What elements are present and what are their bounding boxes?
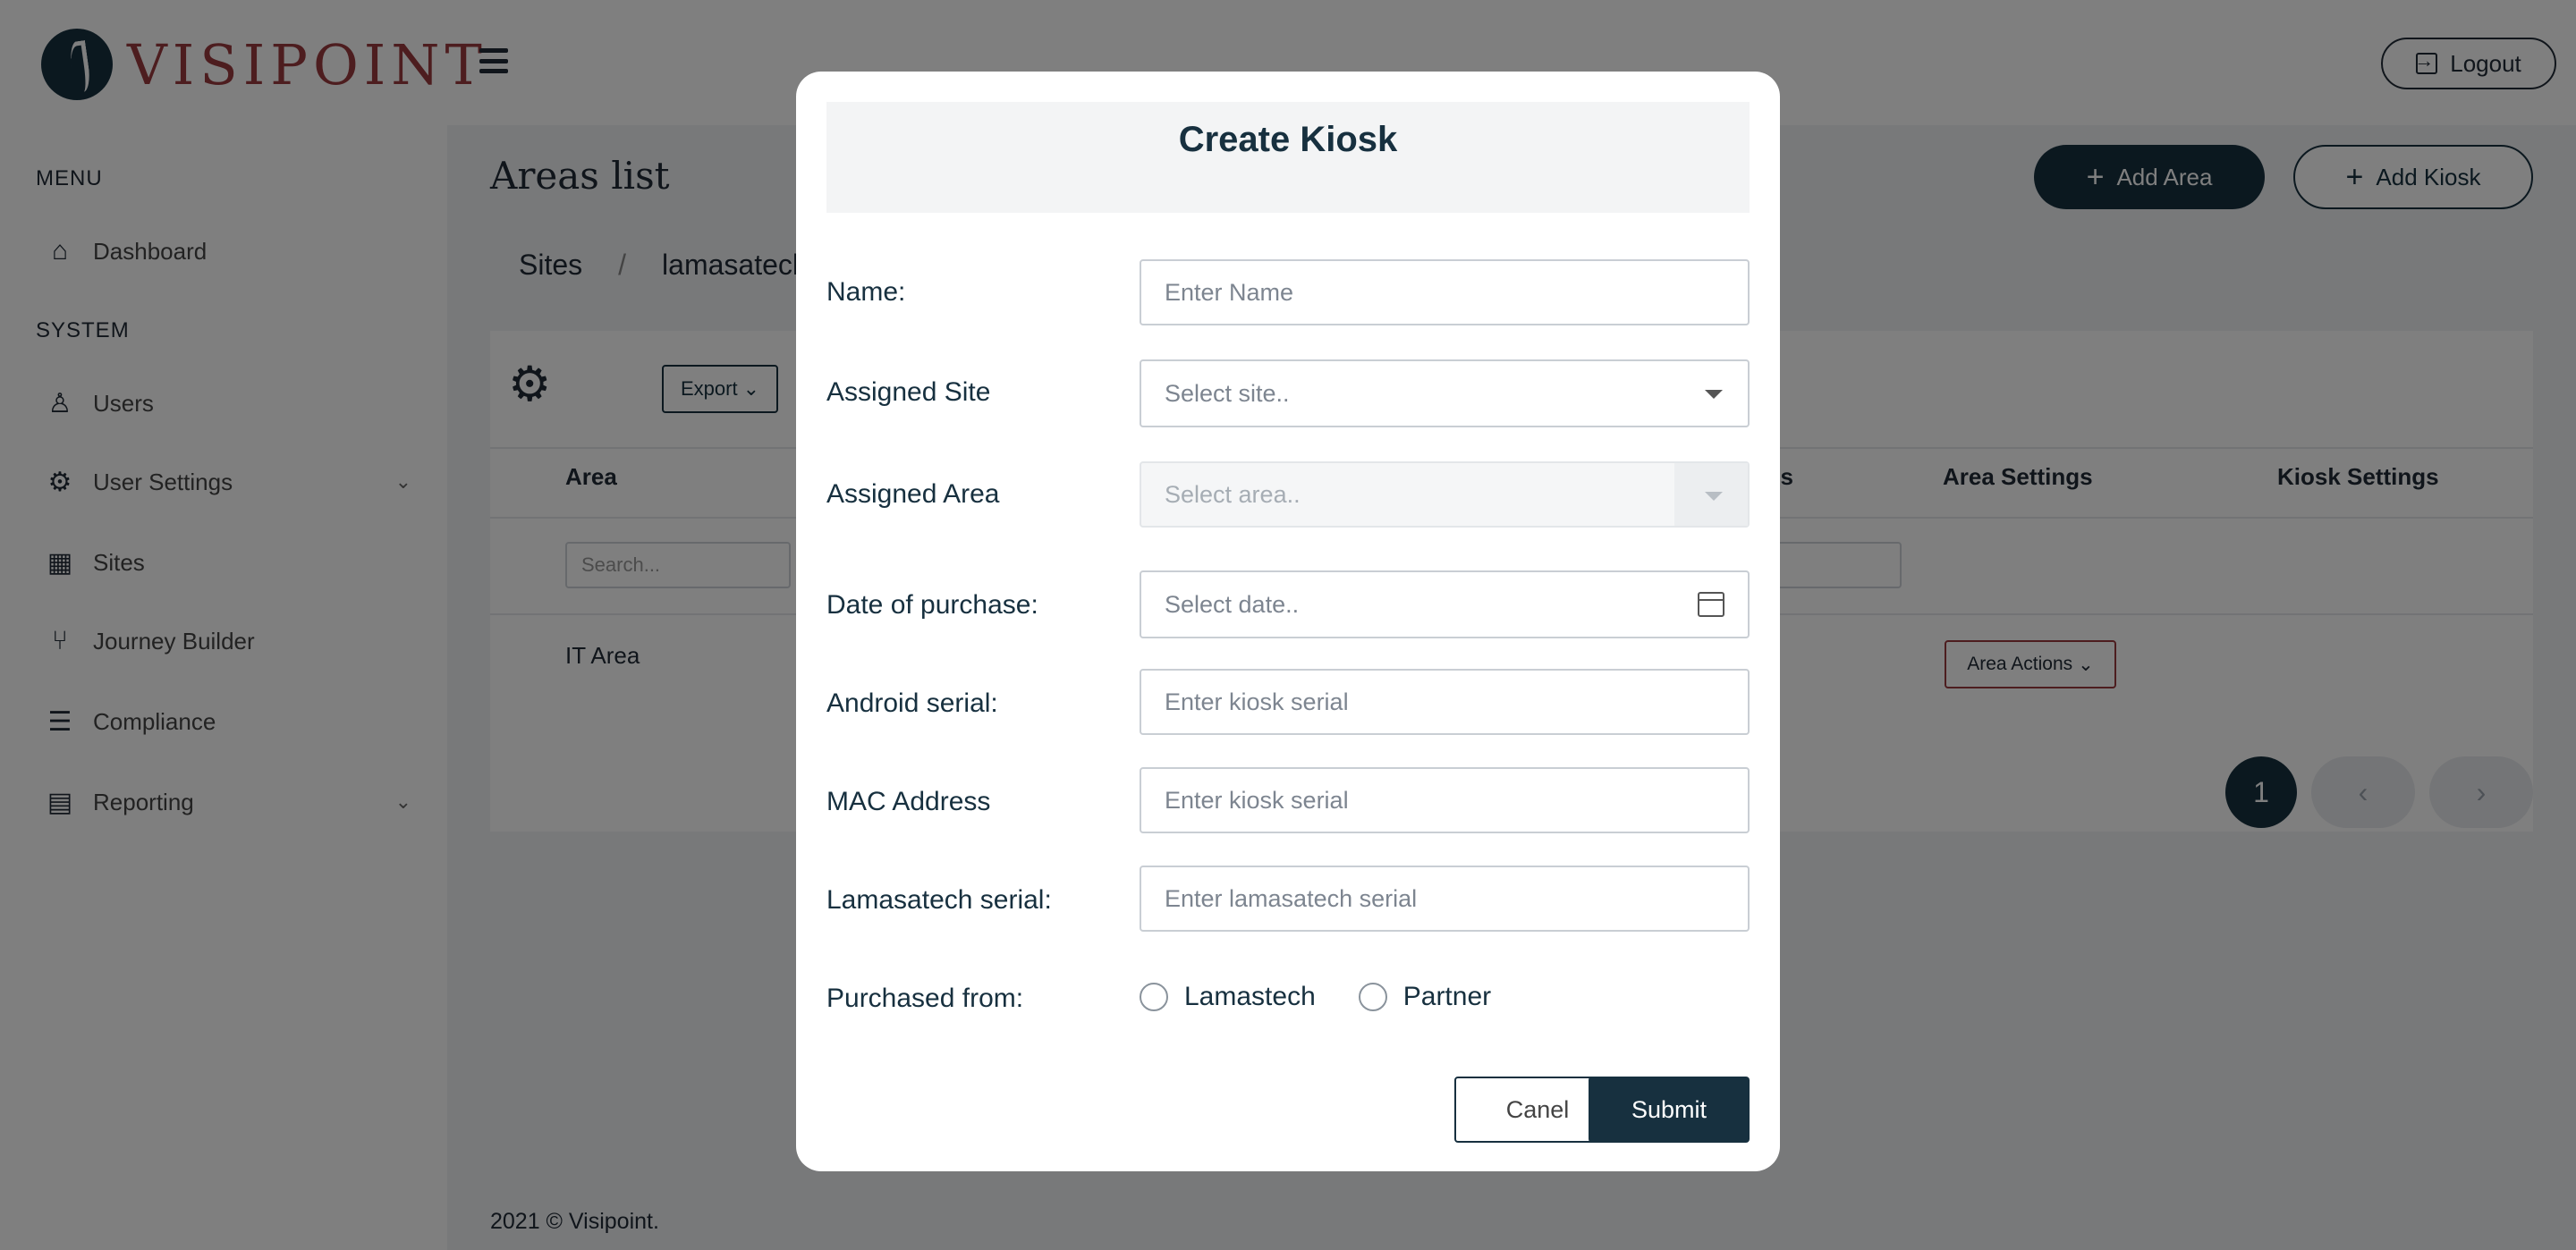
modal-title: Create Kiosk xyxy=(1178,120,1398,159)
mac-address-input[interactable]: Enter kiosk serial xyxy=(1140,767,1750,833)
radio-lamastech[interactable] xyxy=(1140,983,1168,1011)
lamasatech-serial-input[interactable]: Enter lamasatech serial xyxy=(1140,866,1750,932)
calendar-icon xyxy=(1698,592,1724,617)
assigned-site-placeholder: Select site.. xyxy=(1165,379,1290,407)
assigned-site-select[interactable]: Select site.. xyxy=(1140,359,1750,427)
create-kiosk-modal: Create Kiosk Name: Enter Name Assigned S… xyxy=(796,72,1780,1171)
radio-partner-label[interactable]: Partner xyxy=(1403,982,1491,1012)
purchased-from-radio-group: Lamastech Partner xyxy=(1140,982,1534,1012)
date-of-purchase-picker[interactable]: Select date.. xyxy=(1140,570,1750,638)
assigned-site-label: Assigned Site xyxy=(826,377,991,407)
radio-partner[interactable] xyxy=(1358,983,1387,1011)
caret-down-icon xyxy=(1705,390,1723,399)
assigned-area-select: Select area.. xyxy=(1140,461,1750,528)
name-label: Name: xyxy=(826,277,906,307)
android-serial-input[interactable]: Enter kiosk serial xyxy=(1140,669,1750,735)
date-of-purchase-label: Date of purchase: xyxy=(826,590,1038,620)
date-placeholder: Select date.. xyxy=(1165,590,1300,618)
assigned-area-placeholder: Select area.. xyxy=(1165,480,1301,508)
submit-button[interactable]: Submit xyxy=(1589,1077,1750,1143)
modal-header: Create Kiosk xyxy=(826,102,1750,213)
purchased-from-label: Purchased from: xyxy=(826,984,1024,1013)
caret-down-icon xyxy=(1705,492,1723,501)
android-serial-label: Android serial: xyxy=(826,688,998,718)
name-input[interactable]: Enter Name xyxy=(1140,259,1750,325)
radio-lamastech-label[interactable]: Lamastech xyxy=(1184,982,1316,1012)
mac-address-label: MAC Address xyxy=(826,787,991,816)
lamasatech-serial-label: Lamasatech serial: xyxy=(826,885,1052,915)
assigned-area-label: Assigned Area xyxy=(826,479,1000,509)
